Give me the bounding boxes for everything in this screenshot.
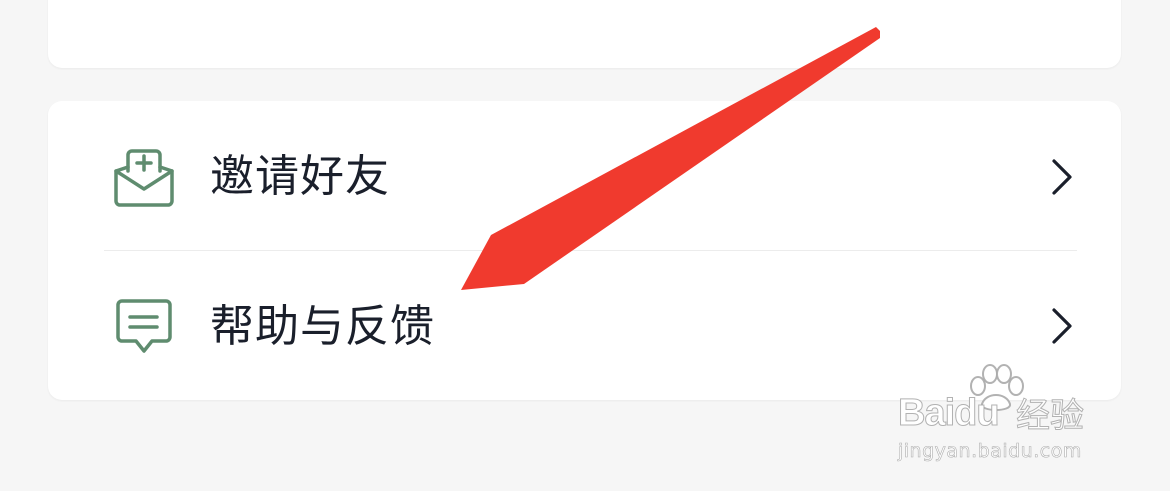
menu-item-invite-friends[interactable]: 邀请好友 (48, 101, 1121, 250)
menu-card: 邀请好友 帮助与反馈 (48, 101, 1121, 400)
watermark-url: jingyan.baidu.com (898, 440, 1082, 463)
invite-mail-icon (114, 149, 174, 207)
watermark-brand: Baidu (898, 392, 1001, 435)
top-feature-card: 动态 礼物 钱包 商城 (48, 0, 1121, 68)
watermark-sub: 经验 (1016, 396, 1085, 437)
chevron-right-icon (1052, 159, 1072, 195)
baidu-watermark: Baidu 经验 jingyan.baidu.com (898, 364, 1108, 464)
menu-item-label: 帮助与反馈 (210, 301, 435, 352)
top-feature-labels: 动态 礼物 钱包 商城 (48, 0, 1121, 4)
chevron-right-icon (1052, 308, 1072, 344)
menu-item-label: 邀请好友 (210, 151, 390, 202)
feedback-message-icon (116, 299, 172, 353)
